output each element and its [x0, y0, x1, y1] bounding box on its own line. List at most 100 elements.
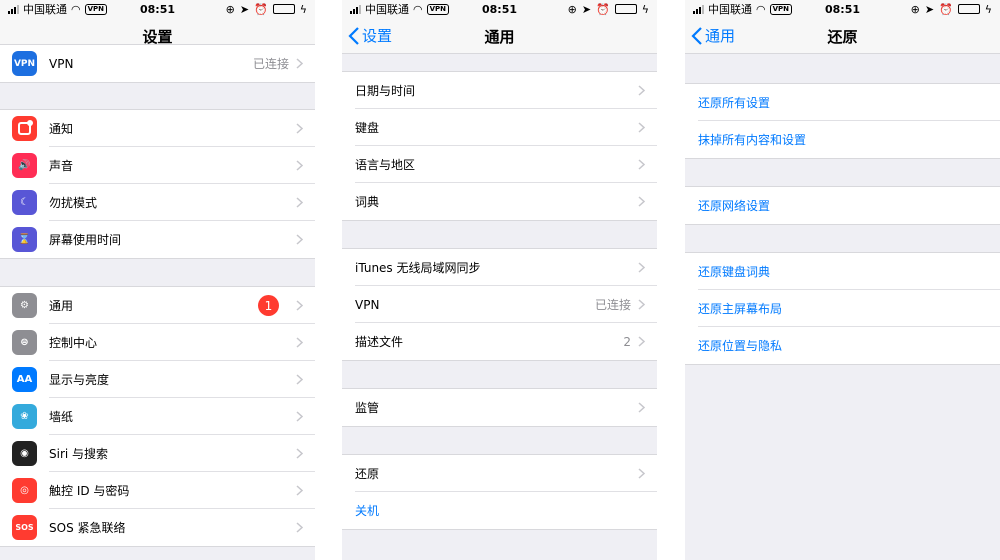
- nav-bar: 通用 还原: [685, 18, 1000, 54]
- orientation-lock-icon: ⊕: [225, 2, 235, 16]
- reset-item-2[interactable]: 还原位置与隐私: [685, 327, 1000, 364]
- general-item-0[interactable]: 还原: [342, 455, 657, 492]
- chevron-right-icon: [638, 336, 645, 347]
- signal-icon: [350, 4, 361, 14]
- settings-item-sos[interactable]: SOS SOS 紧急联络: [0, 509, 315, 546]
- settings-item-label: 声音: [49, 159, 74, 173]
- charging-icon: ϟ: [641, 2, 649, 16]
- general-item-1[interactable]: 键盘: [342, 109, 657, 146]
- general-item-detail: 2: [623, 334, 631, 349]
- notification-badge: 1: [258, 295, 279, 316]
- alarm-icon: ⏰: [939, 2, 953, 16]
- settings-item-label: VPN: [49, 56, 74, 71]
- general-item-0[interactable]: 日期与时间: [342, 72, 657, 109]
- general-item-label: 日期与时间: [355, 84, 416, 98]
- settings-item-label: 勿扰模式: [49, 196, 98, 210]
- general-list[interactable]: 日期与时间键盘 语言与地区词典 iTunes 无线局域网同步 VPN 已连接描述文件 2…: [342, 54, 657, 560]
- settings-item-label: 通用: [49, 299, 74, 313]
- settings-group-vpn: VPN VPN 已连接: [0, 44, 315, 83]
- chevron-right-icon: [296, 522, 303, 533]
- toggles-icon: ⊜: [12, 330, 37, 355]
- reset-item-0[interactable]: 还原网络设置: [685, 187, 1000, 224]
- display-icon: AA: [12, 367, 37, 392]
- vpn-icon: VPN: [12, 51, 37, 76]
- chevron-right-icon: [296, 485, 303, 496]
- settings-item-wallpaper[interactable]: ❀ 墙纸: [0, 398, 315, 435]
- settings-item-toggles[interactable]: ⊜ 控制中心: [0, 324, 315, 361]
- settings-item-siri[interactable]: ◉ Siri 与搜索: [0, 435, 315, 472]
- reset-item-1[interactable]: 还原主屏幕布局: [685, 290, 1000, 327]
- general-item-1[interactable]: VPN 已连接: [342, 286, 657, 323]
- sos-icon: SOS: [12, 515, 37, 540]
- page-title: 还原: [827, 28, 858, 46]
- settings-item-label: 触控 ID 与密码: [49, 484, 130, 498]
- vpn-status-icon: VPN: [84, 3, 108, 15]
- general-item-0[interactable]: iTunes 无线局域网同步: [342, 249, 657, 286]
- carrier-label: 中国联通: [23, 3, 67, 16]
- location-icon: ➤: [581, 2, 592, 16]
- settings-list[interactable]: VPN VPN 已连接 通知 🔊 声音 ☾ 勿扰模式 ⌛ 屏幕使用时间 ⚙ 通用 1 ⊜ 控制中心 A…: [0, 44, 315, 560]
- battery-icon: [272, 4, 295, 14]
- reset-group-3: 还原键盘词典还原主屏幕布局 还原位置与隐私: [685, 252, 1000, 365]
- alarm-icon: ⏰: [254, 2, 268, 16]
- orientation-lock-icon: ⊕: [567, 2, 577, 16]
- page-title: 通用: [484, 28, 515, 46]
- hourglass-icon: ⌛: [12, 227, 37, 252]
- general-item-label: 描述文件: [355, 335, 404, 349]
- reset-item-1[interactable]: 抹掉所有内容和设置: [685, 121, 1000, 158]
- chevron-right-icon: [638, 85, 645, 96]
- general-item-2[interactable]: 语言与地区: [342, 146, 657, 183]
- general-item-1[interactable]: 关机: [342, 492, 657, 529]
- settings-item-hourglass[interactable]: ⌛ 屏幕使用时间: [0, 221, 315, 258]
- siri-icon: ◉: [12, 441, 37, 466]
- reset-item-label: 还原网络设置: [698, 199, 771, 213]
- chevron-right-icon: [296, 337, 303, 348]
- settings-item-fingerprint[interactable]: ◎ 触控 ID 与密码: [0, 472, 315, 509]
- reset-item-0[interactable]: 还原键盘词典: [685, 253, 1000, 290]
- reset-screen: 中国联通 ◠ VPN 08:51 ⊕ ➤ ⏰ ϟ 通用 还原 还原所有设置 抹掉所有内容和设…: [685, 0, 1000, 560]
- chevron-right-icon: [638, 299, 645, 310]
- status-bar: 中国联通 ◠ VPN 08:51 ⊕ ➤ ⏰ ϟ: [342, 0, 657, 18]
- settings-item-sound[interactable]: 🔊 声音: [0, 147, 315, 184]
- settings-item-moon[interactable]: ☾ 勿扰模式: [0, 184, 315, 221]
- wifi-icon: ◠: [413, 2, 423, 16]
- nav-bar: 设置 通用: [342, 18, 657, 54]
- notifications-icon: [12, 116, 37, 141]
- fingerprint-icon: ◎: [12, 478, 37, 503]
- settings-item-vpn[interactable]: VPN VPN 已连接: [0, 45, 315, 82]
- signal-icon: [693, 4, 704, 14]
- battery-icon: [614, 4, 637, 14]
- chevron-right-icon: [296, 448, 303, 459]
- vpn-status-icon: VPN: [426, 3, 450, 15]
- settings-item-detail: 已连接: [252, 57, 289, 71]
- reset-list[interactable]: 还原所有设置 抹掉所有内容和设置 还原网络设置 还原键盘词典还原主屏幕布局 还原位置…: [685, 54, 1000, 560]
- chevron-right-icon: [296, 374, 303, 385]
- settings-group-notifications: 通知 🔊 声音 ☾ 勿扰模式 ⌛ 屏幕使用时间: [0, 109, 315, 259]
- general-item-0[interactable]: 监管: [342, 389, 657, 426]
- general-item-label: 监管: [355, 401, 380, 415]
- reset-item-0[interactable]: 还原所有设置: [685, 84, 1000, 121]
- location-icon: ➤: [924, 2, 935, 16]
- general-item-3[interactable]: 词典: [342, 183, 657, 220]
- location-icon: ➤: [239, 2, 250, 16]
- chevron-right-icon: [296, 197, 303, 208]
- settings-item-notifications[interactable]: 通知: [0, 110, 315, 147]
- settings-item-label: 控制中心: [49, 336, 98, 350]
- moon-icon: ☾: [12, 190, 37, 215]
- general-item-label: 词典: [355, 195, 380, 209]
- settings-item-label: 墙纸: [49, 410, 74, 424]
- chevron-right-icon: [296, 234, 303, 245]
- general-item-label: 关机: [355, 504, 380, 518]
- settings-screen: 中国联通 ◠ VPN 08:51 ⊕ ➤ ⏰ ϟ 设置 VPN VPN 已连接 通知 🔊 声音…: [0, 0, 315, 560]
- settings-item-gear[interactable]: ⚙ 通用 1: [0, 287, 315, 324]
- chevron-right-icon: [296, 58, 303, 69]
- general-item-2[interactable]: 描述文件 2: [342, 323, 657, 360]
- settings-item-label: Siri 与搜索: [49, 447, 109, 461]
- settings-item-display[interactable]: AA 显示与亮度: [0, 361, 315, 398]
- carrier-label: 中国联通: [365, 3, 409, 16]
- wifi-icon: ◠: [756, 2, 766, 16]
- chevron-right-icon: [638, 402, 645, 413]
- status-bar: 中国联通 ◠ VPN 08:51 ⊕ ➤ ⏰ ϟ: [685, 0, 1000, 18]
- wifi-icon: ◠: [71, 2, 81, 16]
- reset-item-label: 还原键盘词典: [698, 265, 771, 279]
